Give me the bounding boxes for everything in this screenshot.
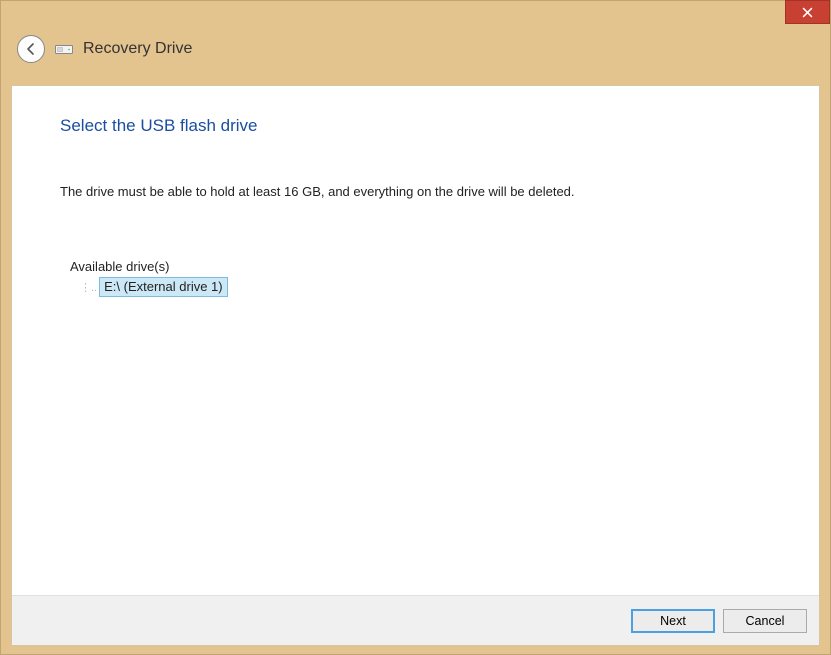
drive-tree: ⋮.. E:\ (External drive 1) [70,277,771,297]
header: Recovery Drive [1,29,830,77]
drive-icon [55,42,73,56]
cancel-button[interactable]: Cancel [723,609,807,633]
close-button[interactable] [785,0,830,24]
drive-item-selected[interactable]: E:\ (External drive 1) [99,277,228,297]
page-heading: Select the USB flash drive [60,116,771,136]
drive-list-item: ⋮.. E:\ (External drive 1) [80,277,771,297]
arrow-left-icon [23,41,39,57]
instruction-text: The drive must be able to hold at least … [60,184,771,199]
close-icon [802,7,813,18]
available-drives-label: Available drive(s) [70,259,771,274]
button-bar: Next Cancel [12,595,819,645]
drive-list-area: Available drive(s) ⋮.. E:\ (External dri… [60,259,771,297]
next-button[interactable]: Next [631,609,715,633]
wizard-title: Recovery Drive [83,40,192,58]
titlebar [1,1,830,29]
wizard-window: Recovery Drive Select the USB flash driv… [0,0,831,655]
back-button[interactable] [17,35,45,63]
tree-connector-icon: ⋮.. [80,281,99,294]
content-panel: Select the USB flash drive The drive mus… [11,85,820,646]
